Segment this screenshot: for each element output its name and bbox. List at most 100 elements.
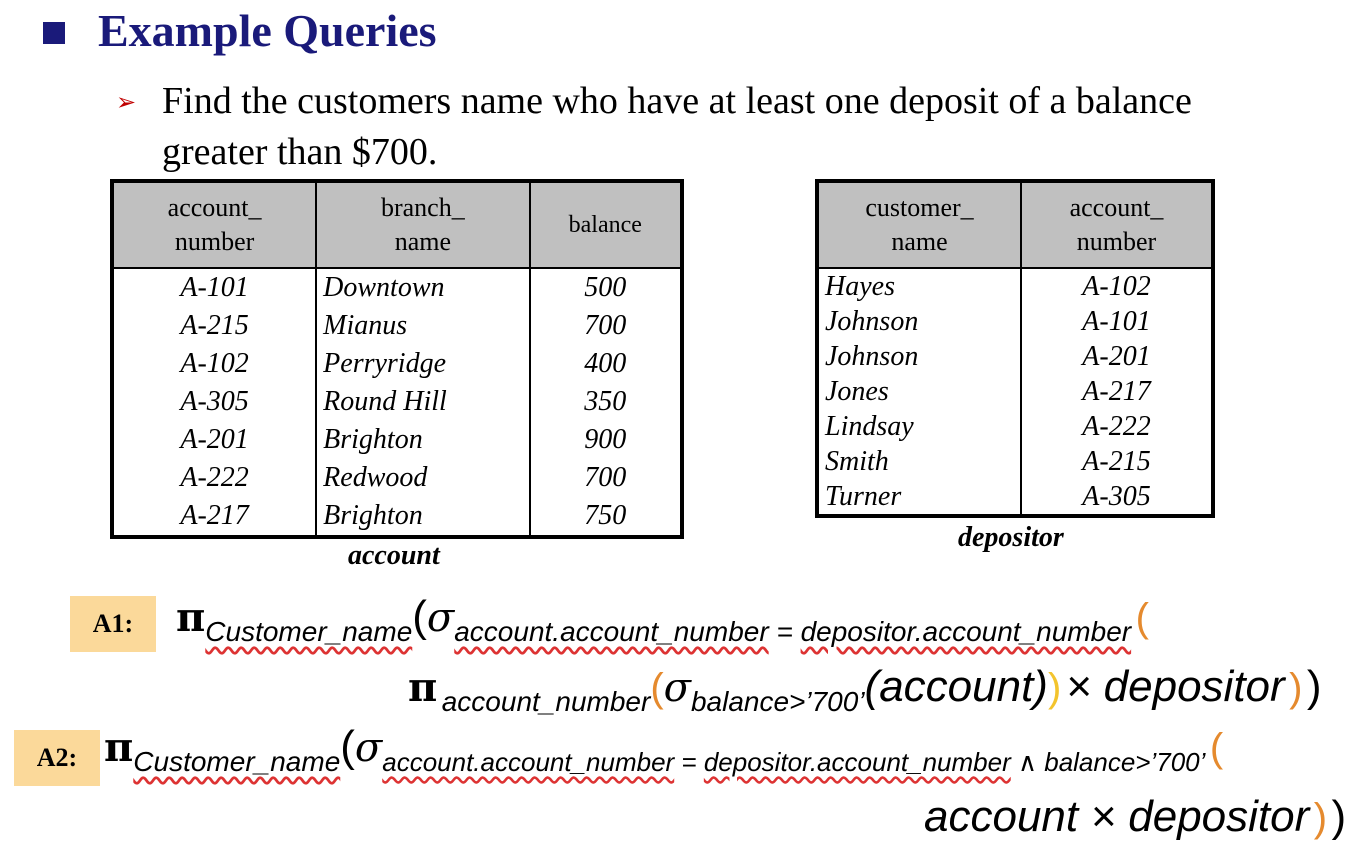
formula-text: ∧ balance>’700’ bbox=[1010, 747, 1206, 777]
table-cell: A-217 bbox=[1020, 374, 1214, 409]
table-cell: Lindsay bbox=[816, 409, 1022, 444]
table-row: Jones A-217 bbox=[816, 374, 1214, 409]
selection-condition: account.account_number = depositor.accou… bbox=[454, 616, 1131, 647]
column-header-text: account_ bbox=[167, 193, 262, 222]
table-cell: 500 bbox=[528, 268, 684, 307]
table-cell: A-222 bbox=[1020, 409, 1214, 444]
table-cell: Johnson bbox=[816, 339, 1022, 374]
selection-condition: balance>’700’ bbox=[690, 686, 865, 717]
table-cell: Round Hill bbox=[315, 383, 531, 421]
column-header: account_number bbox=[1020, 180, 1214, 269]
table-row: Johnson A-101 bbox=[816, 304, 1214, 339]
table-row: Smith A-215 bbox=[816, 444, 1214, 479]
bullet-square-icon bbox=[43, 22, 65, 44]
table-cell: Downtown bbox=[315, 268, 531, 307]
table-cell: Brighton bbox=[315, 421, 531, 459]
table-row: A-215 Mianus 700 bbox=[110, 307, 684, 345]
formula-text: Customer_name bbox=[133, 746, 341, 777]
close-paren-yellow: ) bbox=[1047, 666, 1062, 710]
column-header-text: name bbox=[394, 227, 452, 256]
close-paren-orange: ) bbox=[1289, 666, 1303, 710]
table-cell: A-102 bbox=[110, 345, 318, 383]
open-paren: ( bbox=[412, 592, 427, 641]
answer-1-expression-line-2: π account_number(σbalance>’700’(account)… bbox=[408, 662, 1322, 717]
table-cell: 350 bbox=[528, 383, 684, 421]
table-cell: A-217 bbox=[110, 497, 318, 537]
selection-symbol: σ bbox=[426, 595, 455, 641]
selection-symbol: σ bbox=[354, 725, 383, 771]
close-paren-orange: ) bbox=[1313, 796, 1328, 840]
account-caption: account bbox=[348, 540, 440, 571]
task-line-1: Find the customers name who have at leas… bbox=[162, 80, 1192, 122]
table-row: A-222 Redwood 700 bbox=[110, 459, 684, 497]
table-row: Lindsay A-222 bbox=[816, 409, 1214, 444]
slide-heading: Example Queries bbox=[98, 5, 437, 56]
close-paren: ) bbox=[1306, 662, 1322, 711]
projection-symbol: π bbox=[408, 664, 438, 711]
task-description: Find the customers name who have at leas… bbox=[162, 76, 1342, 178]
projection-symbol: π bbox=[104, 724, 134, 771]
table-cell: Johnson bbox=[816, 304, 1022, 339]
formula-text: depositor.account_number bbox=[800, 616, 1132, 647]
answer-1-expression-line-1: πCustomer_name(σaccount.account_number =… bbox=[176, 592, 1149, 647]
column-header-text: branch_ bbox=[380, 193, 465, 222]
projection-attribute: Customer_name bbox=[205, 616, 412, 647]
table-cell: Smith bbox=[816, 444, 1022, 479]
table-cell: A-102 bbox=[1020, 268, 1214, 304]
table-cell: A-305 bbox=[1020, 479, 1214, 516]
cartesian-product-account-depositor: account × depositor bbox=[924, 792, 1310, 841]
projection-symbol: π bbox=[176, 594, 206, 641]
table-row: A-101 Downtown 500 bbox=[110, 268, 684, 307]
formula-text: = bbox=[674, 747, 704, 777]
answer-2-expression-line-2: account × depositor ) ) bbox=[924, 792, 1346, 842]
table-row: A-305 Round Hill 350 bbox=[110, 383, 684, 421]
answer-1-label: A1: bbox=[70, 596, 156, 652]
column-header-text: account_ bbox=[1069, 193, 1164, 222]
formula-text: Customer_name bbox=[205, 616, 413, 647]
depositor-table: customer_ name account_ number Hayes A-102 … bbox=[815, 179, 1215, 518]
table-cell: Perryridge bbox=[315, 345, 531, 383]
selection-condition: account.account_number = depositor.accou… bbox=[382, 747, 1205, 777]
answer-2-label: A2: bbox=[14, 730, 100, 786]
column-header: balance bbox=[528, 180, 684, 269]
column-header: branch_name bbox=[315, 180, 531, 269]
task-line-2: greater than $700. bbox=[162, 131, 438, 173]
table-cell: Mianus bbox=[315, 307, 531, 345]
formula-text: account.account_number bbox=[454, 616, 769, 647]
table-cell: Redwood bbox=[315, 459, 531, 497]
cartesian-product-depositor: × depositor bbox=[1065, 662, 1285, 711]
column-header-text: balance bbox=[568, 212, 642, 238]
column-header: account_number bbox=[110, 180, 318, 269]
relation-account: (account) bbox=[864, 662, 1048, 711]
formula-text: = bbox=[768, 616, 801, 647]
table-cell: A-201 bbox=[1020, 339, 1214, 374]
table-cell: A-201 bbox=[110, 421, 318, 459]
open-paren-orange: ( bbox=[650, 666, 664, 710]
projection-attribute: account_number bbox=[441, 686, 651, 717]
table-cell: A-215 bbox=[1020, 444, 1214, 479]
open-paren-orange: ( bbox=[1209, 726, 1224, 770]
table-cell: A-222 bbox=[110, 459, 318, 497]
table-cell: A-305 bbox=[110, 383, 318, 421]
column-header-text: name bbox=[891, 227, 948, 256]
column-header-text: number bbox=[1076, 227, 1157, 256]
column-header-text: number bbox=[174, 227, 255, 256]
table-cell: 700 bbox=[528, 307, 684, 345]
answer-2-expression-line-1: πCustomer_name(σaccount.account_number =… bbox=[104, 722, 1224, 777]
table-header-row: customer_name account_number bbox=[816, 180, 1214, 269]
table-cell: Hayes bbox=[816, 268, 1022, 304]
table-cell: A-215 bbox=[110, 307, 318, 345]
table-row: A-217 Brighton 750 bbox=[110, 497, 684, 537]
table-cell: 400 bbox=[528, 345, 684, 383]
depositor-caption: depositor bbox=[958, 522, 1064, 553]
table-row: Hayes A-102 bbox=[816, 268, 1214, 304]
column-header-text: customer_ bbox=[865, 193, 974, 222]
projection-attribute: Customer_name bbox=[133, 746, 340, 777]
table-cell: Jones bbox=[816, 374, 1022, 409]
table-cell: A-101 bbox=[110, 268, 318, 307]
open-paren: ( bbox=[340, 722, 355, 771]
table-cell: 750 bbox=[528, 497, 684, 537]
table-row: A-102 Perryridge 400 bbox=[110, 345, 684, 383]
account-table: account_number branch_name balance A-101… bbox=[110, 179, 684, 539]
table-cell: 700 bbox=[528, 459, 684, 497]
